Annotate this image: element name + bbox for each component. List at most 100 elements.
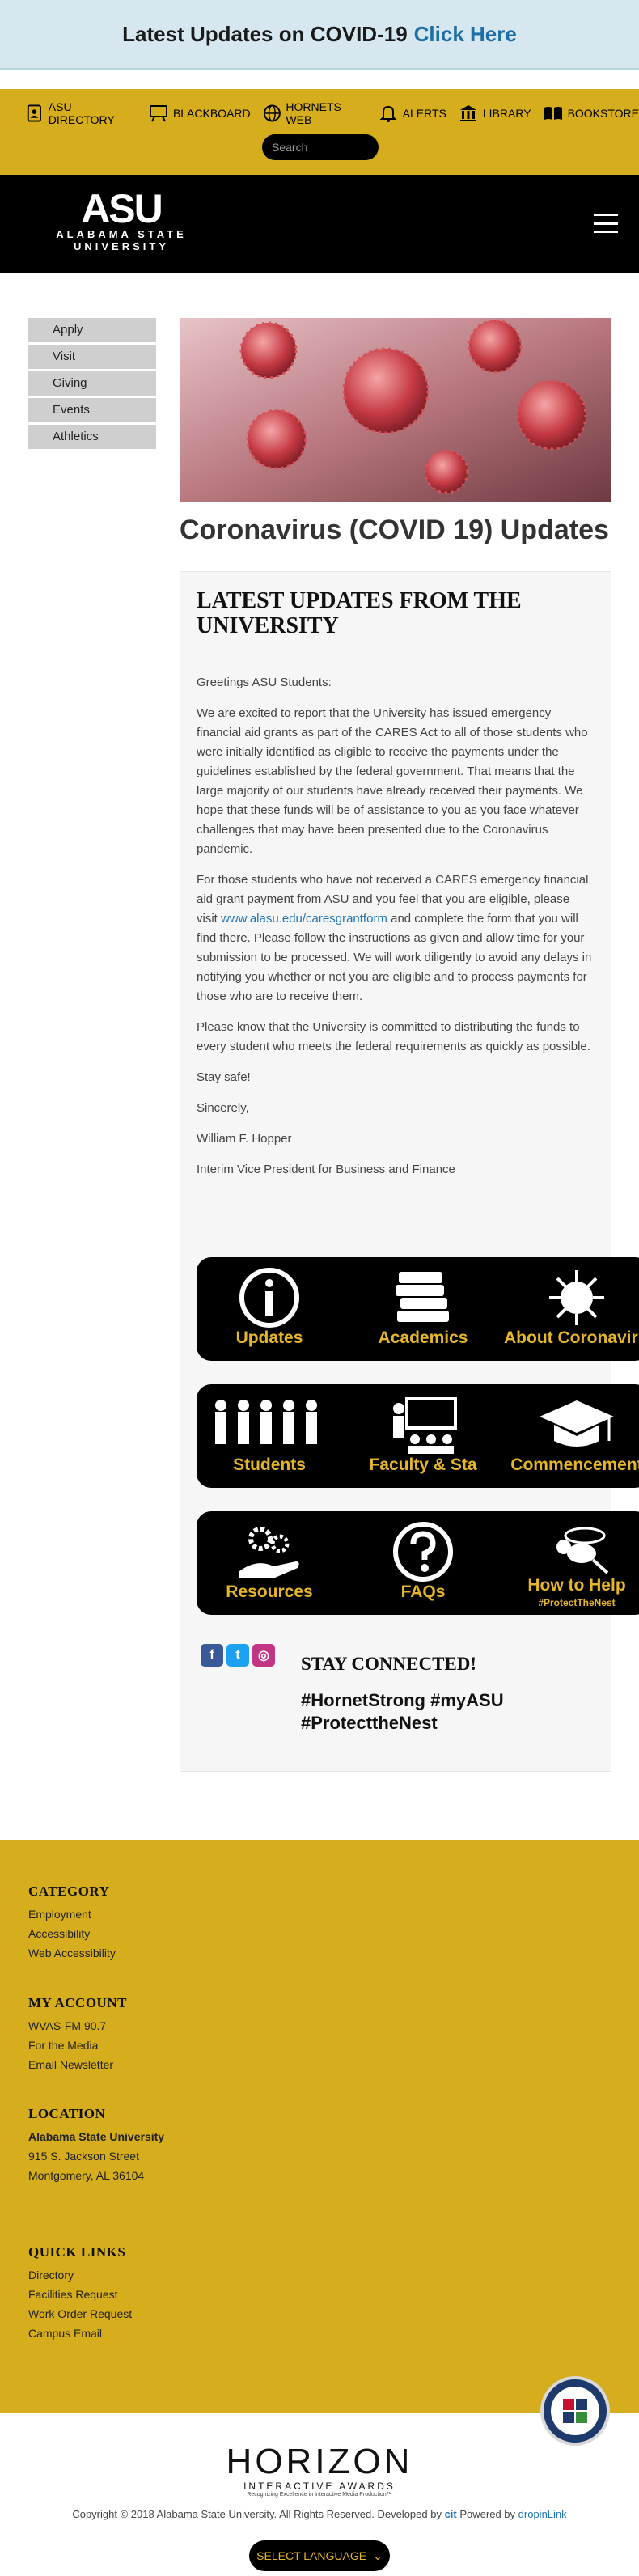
letter-signoff: Sincerely, — [197, 1101, 249, 1115]
powered-by-text: Powered by — [459, 2508, 516, 2520]
cares-grant-form-link[interactable]: www.alasu.edu/caresgrantform — [221, 912, 387, 926]
library-icon — [459, 105, 476, 121]
footer-category-title: CATEGORY — [28, 1883, 110, 1899]
copyright-text: Copyright © 2018 Alabama State Universit… — [72, 2508, 442, 2520]
letter-paragraph-2: For those students who have not received… — [197, 873, 592, 1003]
footer-link-facilities[interactable]: Facilities Request — [28, 2285, 132, 2304]
copyright-line: Copyright © 2018 Alabama State Universit… — [0, 2508, 639, 2520]
dropinlink-logo[interactable]: dropinLink — [518, 2508, 567, 2520]
letter-signer: William F. Hopper — [197, 1132, 292, 1146]
letter-signer-title: Interim Vice President for Business and … — [197, 1163, 455, 1176]
tile-row-1: Updates Academics About Coronavirus — [197, 1257, 639, 1361]
letter-paragraph-3: Please know that the University is commi… — [197, 1020, 590, 1053]
footer-link-campus-email[interactable]: Campus Email — [28, 2324, 132, 2343]
horizon-awards-logo: HORIZON INTERACTIVE AWARDS Recognizing E… — [226, 2442, 413, 2498]
footer-location-name: Alabama State University — [28, 2130, 165, 2143]
info-icon — [239, 1268, 299, 1328]
social-links: f t ◎ — [201, 1644, 275, 1667]
bookstore-link[interactable]: BOOKSTORE — [543, 103, 639, 124]
search-input[interactable]: Search — [262, 134, 379, 160]
updates-heading: LATEST UPDATES FROM THE UNIVERSITY — [197, 588, 522, 638]
accessibility-seal-icon[interactable] — [540, 2376, 610, 2446]
tile-faqs[interactable]: FAQs — [350, 1511, 496, 1615]
asu-logo[interactable]: ASU ALABAMA STATE UNIVERSITY — [39, 189, 204, 252]
tile-how-to-help[interactable]: How to Help #ProtectTheNest — [504, 1511, 639, 1615]
language-select[interactable]: SELECT LANGUAGE ⌄ — [249, 2540, 390, 2571]
tile-row-2: Students Faculty & Sta Commencement — [197, 1384, 639, 1488]
coronavirus-hero-image — [180, 318, 611, 502]
logo-line-1: ALABAMA STATE — [56, 228, 187, 240]
tile-resources[interactable]: Resources — [197, 1511, 342, 1615]
utility-bar: ASU DIRECTORY BLACKBOARD HORNETS WEB ALE… — [0, 89, 639, 175]
footer-link-accessibility[interactable]: Accessibility — [28, 1924, 116, 1943]
letter-paragraph-4: Stay safe! — [197, 1070, 251, 1084]
question-icon — [393, 1522, 453, 1582]
side-navigation: Apply Visit Giving Events Athletics — [28, 318, 156, 451]
sidenav-item-visit[interactable]: Visit — [28, 345, 156, 369]
chevron-down-icon: ⌄ — [373, 2548, 383, 2562]
footer-location-street: 915 S. Jackson Street — [28, 2150, 139, 2163]
tile-faculty-staff[interactable]: Faculty & Sta — [350, 1384, 496, 1488]
footer-link-wvas[interactable]: WVAS-FM 90.7 — [28, 2016, 127, 2036]
instagram-icon[interactable]: ◎ — [252, 1644, 275, 1667]
letter-greeting: Greetings ASU Students: — [197, 676, 332, 689]
footer-link-web-accessibility[interactable]: Web Accessibility — [28, 1943, 116, 1963]
twitter-icon[interactable]: t — [226, 1644, 249, 1667]
president-letter: Greetings ASU Students: We are excited t… — [197, 673, 593, 1191]
alerts-link[interactable]: ALERTS — [378, 103, 446, 124]
book-icon — [544, 107, 562, 120]
hamburger-menu-icon[interactable] — [594, 214, 618, 233]
tile-subcaption: #ProtectTheNest — [538, 1597, 616, 1608]
footer-location-title: LOCATION — [28, 2106, 106, 2121]
bell-icon — [379, 105, 397, 122]
stay-connected-heading: STAY CONNECTED! — [301, 1654, 477, 1674]
logo-line-2: UNIVERSITY — [73, 240, 169, 252]
sidenav-item-apply[interactable]: Apply — [28, 318, 156, 342]
tile-commencement[interactable]: Commencement — [504, 1384, 639, 1488]
hornet-icon — [556, 1527, 609, 1574]
covid-alert-bar: Latest Updates on COVID-19 Click Here — [0, 0, 639, 70]
footer-link-work-order[interactable]: Work Order Request — [28, 2304, 132, 2324]
footer-location: LOCATION Alabama State University 915 S.… — [28, 2104, 164, 2185]
footer-location-city: Montgomery, AL 36104 — [28, 2169, 145, 2182]
blackboard-icon — [149, 105, 167, 122]
globe-icon — [263, 104, 281, 122]
virus-icon — [549, 1270, 604, 1325]
logo-wordmark: ASU — [81, 186, 163, 231]
alert-text: Latest Updates on COVID-19 — [122, 21, 408, 46]
site-header: ASU ALABAMA STATE UNIVERSITY — [0, 175, 639, 273]
library-link[interactable]: LIBRARY — [458, 103, 531, 124]
footer-quick-links: QUICK LINKS Directory Facilities Request… — [28, 2243, 132, 2343]
alert-link[interactable]: Click Here — [414, 22, 517, 47]
developer-logo-icon[interactable]: cit — [445, 2508, 457, 2520]
blackboard-link[interactable]: BLACKBOARD — [148, 103, 251, 124]
gears-hand-icon — [239, 1527, 299, 1578]
asu-directory-link[interactable]: ASU DIRECTORY — [24, 100, 137, 126]
footer-link-media[interactable]: For the Media — [28, 2036, 127, 2055]
sidenav-item-athletics[interactable]: Athletics — [28, 425, 156, 449]
tile-students[interactable]: Students — [197, 1384, 342, 1488]
footer-account: MY ACCOUNT WVAS-FM 90.7 For the Media Em… — [28, 1993, 127, 2074]
footer-link-directory[interactable]: Directory — [28, 2265, 132, 2285]
hashtags: #HornetStrong #myASU #ProtecttheNest — [301, 1690, 504, 1733]
footer-link-newsletter[interactable]: Email Newsletter — [28, 2055, 127, 2074]
hornets-web-link[interactable]: HORNETS WEB — [262, 100, 366, 126]
tile-row-3: Resources FAQs How to Help #ProtectTheNe… — [197, 1511, 639, 1615]
graduation-cap-icon — [540, 1400, 614, 1447]
tile-academics[interactable]: Academics — [350, 1257, 496, 1361]
facebook-icon[interactable]: f — [201, 1644, 223, 1667]
letter-paragraph-1: We are excited to report that the Univer… — [197, 706, 588, 856]
teacher-icon — [393, 1397, 457, 1454]
books-icon — [396, 1272, 449, 1322]
sidenav-item-events[interactable]: Events — [28, 398, 156, 422]
footer-account-title: MY ACCOUNT — [28, 1995, 127, 2010]
page-title: Coronavirus (COVID 19) Updates — [180, 515, 609, 545]
directory-icon — [27, 104, 41, 122]
tile-about-coronavirus[interactable]: About Coronavirus — [504, 1257, 639, 1361]
footer-quick-title: QUICK LINKS — [28, 2244, 126, 2260]
sidenav-item-giving[interactable]: Giving — [28, 371, 156, 396]
students-icon — [215, 1400, 317, 1444]
tile-updates[interactable]: Updates — [197, 1257, 342, 1361]
footer-category: CATEGORY Employment Accessibility Web Ac… — [28, 1882, 116, 1963]
footer-link-employment[interactable]: Employment — [28, 1904, 116, 1924]
